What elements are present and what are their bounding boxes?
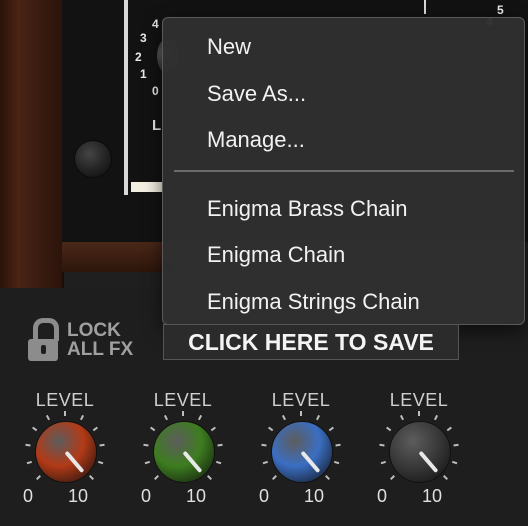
knob-tick [433, 414, 439, 421]
preset-menu: New Save As... Manage... Enigma Brass Ch… [162, 17, 525, 325]
menu-item-manage[interactable]: Manage... [163, 120, 524, 160]
panel-scale-line-right [424, 0, 426, 14]
level-knob-gray[interactable]: LEVEL 0 10 [369, 390, 469, 510]
knob-tick [97, 460, 104, 465]
knob-tick [217, 443, 223, 447]
knob-pointer [182, 450, 203, 474]
knob-tick [443, 475, 448, 480]
panel-scale-line [124, 0, 128, 195]
knob-pointer [300, 450, 321, 474]
knob-tick [25, 443, 31, 447]
right-scale-number-5: 5 [497, 3, 504, 17]
knob-max-label: 10 [186, 486, 207, 506]
scale-number-0: 0 [152, 84, 159, 98]
knob-tick [45, 414, 51, 421]
knob-tick [79, 414, 85, 421]
knob-tick [144, 460, 151, 465]
level-knob-green[interactable]: LEVEL 0 10 [133, 390, 233, 510]
knob-tick [390, 475, 395, 480]
knob-tick [281, 414, 287, 421]
level-knob-red[interactable]: LEVEL 0 10 [15, 390, 115, 510]
menu-item-new[interactable]: New [163, 27, 524, 67]
menu-item-save-as[interactable]: Save As... [163, 74, 524, 114]
knob-tick [451, 460, 458, 465]
menu-separator [174, 170, 514, 172]
knob-tick [333, 460, 340, 465]
knob-tick [215, 460, 222, 465]
knob-max-label: 10 [304, 486, 325, 506]
knob-tick [92, 426, 98, 432]
knob-tick [154, 475, 159, 480]
knob-tick [315, 414, 321, 421]
panel-label: L [152, 117, 162, 134]
knob-tick [379, 443, 385, 447]
knob-pointer [64, 450, 85, 474]
scale-number-2: 2 [135, 50, 142, 64]
knob-tick [207, 475, 212, 480]
knob-tick [89, 475, 94, 480]
knob-tick [197, 414, 203, 421]
knob-tick [325, 475, 330, 480]
click-here-to-save-button[interactable]: CLICK HERE TO SAVE [163, 324, 459, 360]
knob-tick [26, 460, 33, 465]
knob-tick [36, 475, 41, 480]
knob-tick [268, 426, 274, 432]
knob-tick [380, 460, 387, 465]
lock-icon-body [28, 339, 58, 361]
lock-label-line2: ALL FX [67, 339, 134, 360]
menu-item-enigma-strings-chain[interactable]: Enigma Strings Chain [163, 282, 524, 322]
panel-wood-trim [62, 242, 172, 272]
level-knob-blue[interactable]: LEVEL 0 10 [251, 390, 351, 510]
knob-min-label: 0 [259, 486, 270, 506]
knob-max-label: 10 [422, 486, 443, 506]
menu-item-enigma-brass-chain[interactable]: Enigma Brass Chain [163, 189, 524, 229]
knob-tick [446, 426, 452, 432]
knob-cap[interactable] [389, 421, 451, 483]
knob-tick [399, 414, 405, 421]
knob-tick [163, 414, 169, 421]
knob-label: LEVEL [271, 390, 331, 410]
scale-number-1: 1 [140, 67, 147, 81]
lock-icon [33, 318, 59, 341]
knob-tick [99, 443, 105, 447]
knob-tick [210, 426, 216, 432]
lock-label-line1: LOCK [67, 320, 121, 341]
knob-label: LEVEL [153, 390, 213, 410]
panel-indicator-bar [131, 182, 163, 192]
knob-tick [261, 443, 267, 447]
knob-pointer [418, 450, 439, 474]
knob-max-label: 10 [68, 486, 89, 506]
screw-icon [74, 140, 112, 178]
knob-tick [335, 443, 341, 447]
menu-item-enigma-chain[interactable]: Enigma Chain [163, 235, 524, 275]
knob-tick [453, 443, 459, 447]
knob-cap[interactable] [35, 421, 97, 483]
lock-all-fx-label: LOCK ALL FX [67, 321, 133, 359]
knob-label: LEVEL [389, 390, 449, 410]
knob-tick [32, 426, 38, 432]
knob-min-label: 0 [23, 486, 34, 506]
knob-tick [272, 475, 277, 480]
knob-cap[interactable] [271, 421, 333, 483]
knob-min-label: 0 [377, 486, 388, 506]
scale-number-4: 4 [152, 17, 159, 31]
knob-tick [262, 460, 269, 465]
knob-tick [143, 443, 149, 447]
knob-tick [328, 426, 334, 432]
knob-label: LEVEL [35, 390, 95, 410]
knob-min-label: 0 [141, 486, 152, 506]
wood-side-panel [0, 0, 64, 288]
knob-cap[interactable] [153, 421, 215, 483]
scale-number-3: 3 [140, 31, 147, 45]
knob-tick [386, 426, 392, 432]
knob-tick [150, 426, 156, 432]
lock-all-fx-toggle[interactable]: LOCK ALL FX [26, 318, 134, 364]
